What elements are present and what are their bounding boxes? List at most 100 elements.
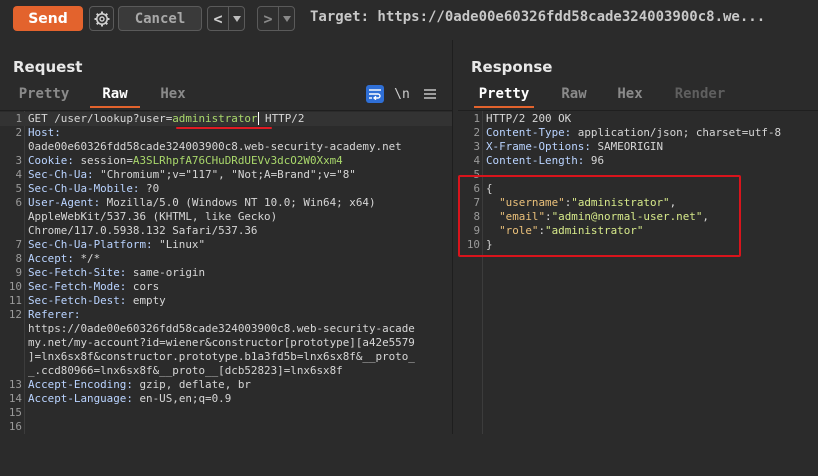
annotation-box [458,175,741,257]
line-text: _.ccd80966=lnx6sx8f&__proto__[dcb52823]=… [28,364,343,377]
line-number: 11 [8,294,22,307]
line-number: 4 [473,154,480,167]
request-line: 9 Sec-Fetch-Site: same-origin [0,266,452,280]
response-tab-render[interactable]: Render [670,84,730,104]
header-value: ?0 [139,182,160,195]
header-name: Host: [28,126,61,139]
back-button[interactable]: < [208,10,228,28]
header-name: X-Frame-Options: [486,140,591,153]
request-tab-raw[interactable]: Raw [90,84,140,108]
header-name: Sec-Fetch-Dest: [28,294,127,307]
response-line: 4 Content-Length: 96 [458,154,818,168]
header-name: Referer: [28,308,81,321]
line-text: Chrome/117.0.5938.132 Safari/537.36 [28,224,258,237]
line-number: 6 [15,196,22,209]
header-value: "Chromium";v="117", "Not;A=Brand";v="8" [93,168,356,181]
request-line: 15 [0,406,452,420]
response-line: 3 X-Frame-Options: SAMEORIGIN [458,140,818,154]
request-tools: \n [358,84,440,104]
line-text: GET /user/lookup?user=administrator HTTP… [28,112,304,126]
line-number: 16 [8,420,22,433]
line-number: 2 [473,126,480,139]
gear-icon [94,11,109,26]
forward-history-dropdown[interactable] [278,7,294,30]
menu-button[interactable] [420,84,440,104]
header-value: */* [73,252,101,265]
header-value: application/json; charset=utf-8 [571,126,782,139]
line-number: 10 [8,280,22,293]
header-value: cors [126,280,160,293]
response-editor[interactable]: 1 HTTP/2 200 OK 2 Content-Type: applicat… [458,110,818,434]
line-number: 14 [8,392,22,405]
request-line-start: GET /user/lookup?user= [28,112,173,125]
response-tab-raw[interactable]: Raw [554,84,594,104]
request-line: ]=lnx6sx8f&constructor.prototype.b1a3fd5… [0,350,452,364]
header-value: empty [126,294,166,307]
header-value: gzip, deflate, br [132,378,251,391]
header-value: same-origin [126,266,206,279]
hamburger-icon [424,89,436,99]
response-tabs: Pretty Raw Hex Render [458,84,818,108]
response-tab-hex[interactable]: Hex [612,84,648,104]
line-text: Accept-Encoding: gzip, deflate, br [28,378,251,392]
header-name: Accept-Language: [28,392,133,405]
line-text: 0ade00e60326fdd58cade324003900c8.web-sec… [28,140,402,153]
target-url[interactable]: Target: https://0ade00e60326fdd58cade324… [310,9,765,25]
request-line: 16 [0,420,452,434]
toolbar: Send Cancel < > Target: https://0ade00e6… [0,0,818,38]
line-text: Sec-Fetch-Dest: empty [28,294,166,308]
forward-button[interactable]: > [258,10,278,28]
request-line: 10 Sec-Fetch-Mode: cors [0,280,452,294]
response-tab-pretty[interactable]: Pretty [474,84,534,108]
line-text: https://0ade00e60326fdd58cade324003900c8… [28,322,415,335]
line-text: Referer: [28,308,80,322]
line-text: AppleWebKit/537.36 (KHTML, like Gecko) [28,210,278,223]
header-value: Mozilla/5.0 (Windows NT 10.0; Win64; x64… [100,196,376,209]
newline-toggle[interactable]: \n [392,84,412,104]
settings-button[interactable] [89,6,114,31]
send-button[interactable]: Send [13,6,83,31]
wrap-lines-button[interactable] [366,85,384,103]
header-value: 96 [584,154,605,167]
request-tab-hex[interactable]: Hex [153,84,193,104]
line-text: Host: [28,126,61,140]
line-number: 3 [473,140,480,153]
request-line: 11 Sec-Fetch-Dest: empty [0,294,452,308]
annotation-underline [176,127,272,129]
request-line: https://0ade00e60326fdd58cade324003900c8… [0,322,452,336]
back-history-dropdown[interactable] [228,7,244,30]
line-number: 12 [8,308,22,321]
request-editor[interactable]: 1 GET /user/lookup?user=administrator HT… [0,110,452,434]
response-title: Response [471,58,553,76]
request-line: _.ccd80966=lnx6sx8f&__proto__[dcb52823]=… [0,364,452,378]
forward-nav-group: > [257,6,295,31]
line-text: Sec-Ch-Ua: "Chromium";v="117", "Not;A=Br… [28,168,356,182]
header-name: Sec-Ch-Ua-Mobile: [28,182,140,195]
header-name: Content-Length: [486,154,585,167]
request-tab-pretty[interactable]: Pretty [14,84,74,104]
request-line: my.net/my-account?id=wiener&constructor[… [0,336,452,350]
header-name: Accept: [28,252,74,265]
line-text: Content-Type: application/json; charset=… [486,126,781,140]
request-line: 0ade00e60326fdd58cade324003900c8.web-sec… [0,140,452,154]
line-text: my.net/my-account?id=wiener&constructor[… [28,336,415,349]
header-name: Content-Type: [486,126,572,139]
line-text: Content-Length: 96 [486,154,604,168]
request-line: 4 Sec-Ch-Ua: "Chromium";v="117", "Not;A=… [0,168,452,182]
request-line: Chrome/117.0.5938.132 Safari/537.36 [0,224,452,238]
header-value: "Linux" [152,238,206,251]
header-value: SAMEORIGIN [590,140,664,153]
user-param-value: administrator [172,112,258,125]
request-title: Request [13,58,83,76]
line-number: 13 [8,378,22,391]
line-number: 15 [8,406,22,419]
cancel-button[interactable]: Cancel [118,6,202,31]
line-number: 9 [15,266,22,279]
request-line: 5 Sec-Ch-Ua-Mobile: ?0 [0,182,452,196]
header-name: Accept-Encoding: [28,378,133,391]
line-number: 3 [15,154,22,167]
request-line: 6 User-Agent: Mozilla/5.0 (Windows NT 10… [0,196,452,210]
line-text: Sec-Fetch-Site: same-origin [28,266,205,280]
request-line: 12 Referer: [0,308,452,322]
session-token: A3SLRhpfA76CHuDRdUEVv3dcO2W0Xxm4 [132,154,343,167]
